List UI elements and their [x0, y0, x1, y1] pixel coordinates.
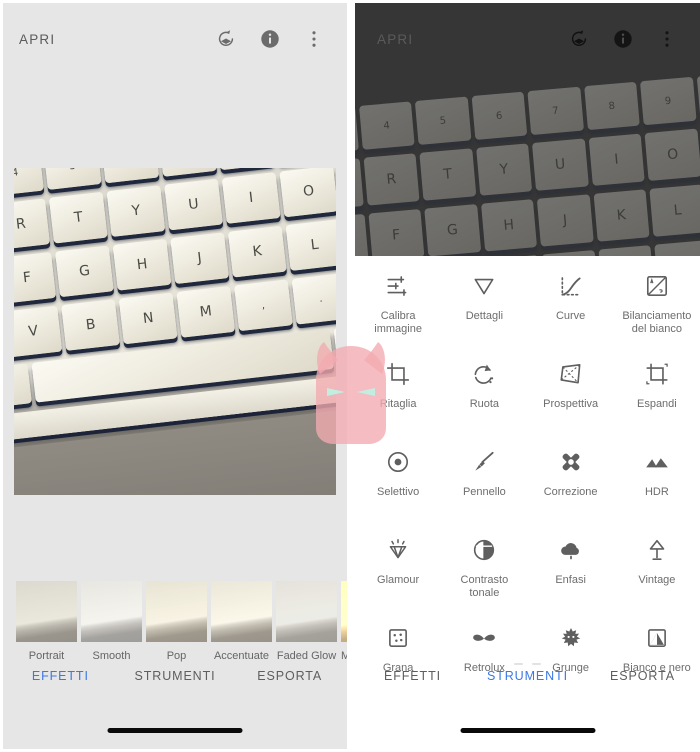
tool-label: Calibra immagine [374, 310, 422, 335]
left-phone-panel: APRI 4 R T Y U I O F G H J K L V B N M ,… [0, 0, 350, 752]
tool-label: HDR [644, 486, 669, 498]
vintage-lamp-icon [644, 537, 670, 563]
tool-contrasto-tonale[interactable]: Contrasto tonale [441, 531, 527, 615]
filter-thumb[interactable]: Pop [146, 581, 207, 662]
right-bottom-tabs: EFFETTI STRUMENTI ESPORTA [355, 661, 700, 691]
right-open-label[interactable]: APRI [377, 32, 568, 47]
tool-curve[interactable]: Curve [528, 267, 614, 351]
left-appbar-actions [215, 28, 333, 50]
tool-correzione[interactable]: Correzione [528, 443, 614, 527]
tab-effetti[interactable]: EFFETTI [3, 661, 118, 691]
left-open-label[interactable]: APRI [19, 32, 215, 47]
expand-icon [644, 361, 670, 387]
brush-icon [471, 449, 497, 475]
home-indicator[interactable] [460, 728, 595, 733]
tool-espandi[interactable]: Espandi [614, 355, 700, 439]
main-photo[interactable]: 3456 7890 ERTY UIOP DFGH JKL; CVBN M,./ [14, 168, 336, 495]
crop-icon [385, 361, 411, 387]
undo-layers-icon[interactable] [215, 28, 237, 50]
tool-label: Enfasi [555, 574, 586, 586]
tool-label: Pennello [462, 486, 506, 498]
mountains-icon [644, 449, 670, 475]
dual-screenshot: APRI 4 R T Y U I O F G H J K L V B N M ,… [0, 0, 700, 752]
tool-label: Ritaglia [379, 398, 417, 410]
filter-thumb[interactable]: Smooth [81, 581, 142, 662]
tab-strumenti[interactable]: STRUMENTI [118, 661, 233, 691]
selective-icon [385, 449, 411, 475]
right-app-bar: APRI [355, 3, 700, 75]
tool-ritaglia[interactable]: Ritaglia [355, 355, 441, 439]
grain-icon [385, 625, 411, 651]
tool-prospettiva[interactable]: Prospettiva [528, 355, 614, 439]
tools-grid: Calibra immagine Dettagli Curve Bilancia… [355, 261, 700, 703]
tab-esporta[interactable]: ESPORTA [585, 661, 700, 691]
tool-hdr[interactable]: HDR [614, 443, 700, 527]
tool-ruota[interactable]: Ruota [441, 355, 527, 439]
overflow-menu-icon[interactable] [303, 28, 325, 50]
white-balance-icon [644, 273, 670, 299]
tool-label: Ruota [469, 398, 500, 410]
tune-sliders-icon [385, 273, 411, 299]
right-phone-panel: APRI 4 5 6 7 8 9 R T Y U I O F G H J K L… [350, 0, 700, 752]
tool-label: Curve [555, 310, 586, 322]
tool-label: Espandi [636, 398, 677, 410]
left-screen-surface: APRI 4 R T Y U I O F G H J K L V B N M ,… [3, 3, 347, 749]
tool-pennello[interactable]: Pennello [441, 443, 527, 527]
rotate-icon [471, 361, 497, 387]
filter-thumb[interactable]: Faded Glow [276, 581, 337, 662]
dimmed-photo-area: APRI 4 5 6 7 8 9 R T Y U I O F G H J K L [355, 3, 700, 256]
filter-filmstrip[interactable]: Portrait Smooth Pop Accentuate Faded Glo… [16, 581, 347, 662]
tool-vintage[interactable]: Vintage [614, 531, 700, 615]
tool-label: Bilanciamento del bianco [622, 310, 692, 335]
tab-strumenti[interactable]: STRUMENTI [470, 661, 585, 691]
tab-effetti[interactable]: EFFETTI [355, 661, 470, 691]
tool-label: Dettagli [465, 310, 504, 322]
tonal-contrast-icon [471, 537, 497, 563]
undo-layers-icon[interactable] [568, 28, 590, 50]
tool-label: Vintage [638, 574, 676, 586]
home-indicator[interactable] [107, 728, 243, 733]
triangle-down-icon [471, 273, 497, 299]
tool-glamour[interactable]: Glamour [355, 531, 441, 615]
tool-label: Selettivo [377, 486, 420, 498]
panel-divider [350, 0, 353, 752]
tool-calibra-immagine[interactable]: Calibra immagine [355, 267, 441, 351]
tab-esporta[interactable]: ESPORTA [232, 661, 347, 691]
dimmed-photo: 3456 7890 ERTY UIOP DFGH JKL; CVBN M,./ [355, 71, 700, 256]
info-icon[interactable] [612, 28, 634, 50]
perspective-icon [558, 361, 584, 387]
tool-label: Glamour [377, 574, 420, 586]
tool-enfasi[interactable]: Enfasi [528, 531, 614, 615]
curves-icon [558, 273, 584, 299]
drama-cloud-icon [558, 537, 584, 563]
info-icon[interactable] [259, 28, 281, 50]
moustache-icon [471, 625, 497, 651]
filter-thumb[interactable]: Portrait [16, 581, 77, 662]
tool-bilanciamento-del-bianco[interactable]: Bilanciamento del bianco [614, 267, 700, 351]
tool-dettagli[interactable]: Dettagli [441, 267, 527, 351]
filter-thumb[interactable]: Accentuate [211, 581, 272, 662]
overflow-menu-icon[interactable] [656, 28, 678, 50]
filter-thumb[interactable]: M [341, 581, 347, 662]
tool-label: Contrasto tonale [460, 574, 509, 599]
grunge-icon [558, 625, 584, 651]
tool-selettivo[interactable]: Selettivo [355, 443, 441, 527]
tool-label: Correzione [543, 486, 598, 498]
healing-icon [558, 449, 584, 475]
tool-label: Prospettiva [543, 398, 599, 410]
left-bottom-tabs: EFFETTI STRUMENTI ESPORTA [3, 661, 347, 691]
glamour-gem-icon [385, 537, 411, 563]
right-screen-surface: APRI 4 5 6 7 8 9 R T Y U I O F G H J K L… [355, 3, 700, 749]
black-white-icon [644, 625, 670, 651]
left-app-bar: APRI [3, 3, 347, 75]
right-appbar-actions [568, 28, 686, 50]
